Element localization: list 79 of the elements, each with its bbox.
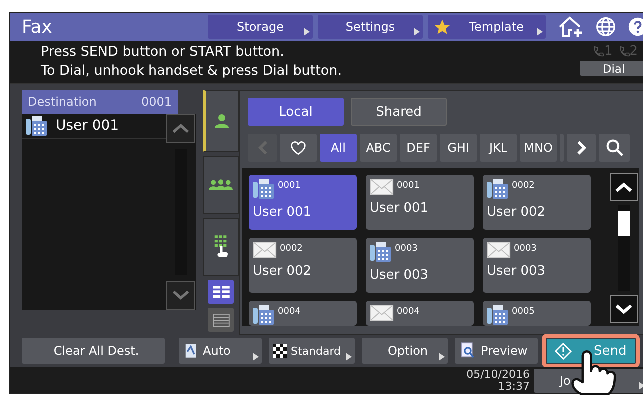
filter-tab[interactable]: GHI (440, 134, 477, 162)
destination-count: 0001 (141, 95, 172, 109)
fax-icon (253, 179, 275, 199)
document-icon (185, 343, 197, 359)
chevron-up-icon (615, 182, 633, 192)
fax-icon (26, 116, 48, 136)
address-card[interactable]: 0005 (483, 301, 591, 326)
next-button[interactable] (567, 134, 596, 162)
fax-icon (370, 242, 392, 262)
address-card[interactable]: 0001 User 001 (249, 175, 357, 230)
person-icon (214, 114, 230, 128)
scroll-up-button[interactable] (610, 173, 638, 201)
chevron-up-icon (172, 123, 190, 134)
address-card[interactable]: 0004 (249, 301, 357, 326)
list-icon (212, 314, 230, 326)
address-card[interactable]: 0002 User 002 (483, 175, 591, 230)
keypad-icon (214, 235, 228, 259)
address-card[interactable]: 0001 User 001 (366, 175, 474, 230)
chevron-down-icon (172, 290, 190, 301)
envelope-icon (253, 242, 277, 258)
address-tab[interactable] (203, 156, 239, 214)
chevron-right-icon (576, 140, 586, 156)
search-icon (606, 139, 624, 157)
address-tab[interactable] (203, 90, 239, 152)
list-view-button[interactable] (208, 308, 234, 332)
address-card[interactable]: 0003 User 003 (483, 238, 591, 293)
dial-button[interactable]: Dial (580, 61, 643, 76)
envelope-icon (370, 179, 394, 195)
function-button[interactable]: Clear All Dest. (22, 338, 165, 364)
phone-line-indicator: 1 (593, 44, 613, 59)
source-tab[interactable]: Shared (351, 98, 447, 126)
envelope-icon (487, 242, 511, 258)
time-text: 13:37 (498, 381, 530, 393)
menu-button[interactable]: Storage (208, 15, 313, 39)
destination-title: Destination (28, 95, 97, 109)
scroll-thumb[interactable] (618, 211, 630, 236)
scroll-down-button[interactable] (610, 295, 638, 323)
grid-icon (212, 286, 230, 298)
date-text: 05/10/2016 (466, 369, 530, 381)
address-card[interactable]: 0002 User 002 (249, 238, 357, 293)
fax-icon (487, 305, 509, 325)
group-icon (209, 178, 233, 192)
filter-tab[interactable]: JKL (480, 134, 517, 162)
home-add-icon[interactable] (558, 16, 584, 38)
filter-tab[interactable]: DEF (400, 134, 437, 162)
help-icon[interactable] (628, 17, 643, 37)
address-card[interactable]: 0003 User 003 (366, 238, 474, 293)
chevron-down-icon (615, 304, 633, 314)
function-button[interactable]: Preview (455, 338, 538, 364)
fax-icon (253, 305, 275, 325)
globe-icon[interactable] (596, 17, 616, 37)
fax-icon (487, 179, 509, 199)
destination-name: User 001 (56, 118, 120, 134)
chevron-left-icon (258, 140, 268, 156)
window-title: Fax (22, 16, 54, 38)
message-text: Press SEND button or START button. (41, 43, 286, 62)
destination-item[interactable]: User 001 (22, 114, 166, 139)
address-tab[interactable] (203, 218, 239, 276)
star-icon (434, 18, 451, 36)
source-tab[interactable]: Local (248, 98, 344, 126)
grid-view-button[interactable] (208, 280, 234, 304)
filter-tab[interactable]: MNO (520, 134, 557, 162)
heart-icon (290, 140, 307, 156)
function-button[interactable]: Option (362, 338, 448, 364)
filter-tab[interactable]: All (320, 134, 357, 162)
phone-line-indicator: 2 (618, 44, 638, 59)
function-button[interactable]: Standard (269, 338, 355, 364)
address-card[interactable]: 0004 (366, 301, 474, 326)
menu-button[interactable]: Settings (318, 15, 423, 39)
start-icon (555, 342, 572, 360)
filter-tab[interactable]: ABC (360, 134, 397, 162)
search-button[interactable] (599, 134, 630, 162)
favorite-filter-button[interactable] (280, 134, 317, 162)
checker-icon (273, 344, 287, 358)
function-button[interactable]: Auto (179, 338, 262, 364)
preview-icon (461, 342, 475, 360)
message-text: To Dial, unhook handset & press Dial button. (41, 62, 344, 81)
menu-button[interactable]: Template (428, 15, 546, 39)
envelope-icon (370, 305, 394, 321)
